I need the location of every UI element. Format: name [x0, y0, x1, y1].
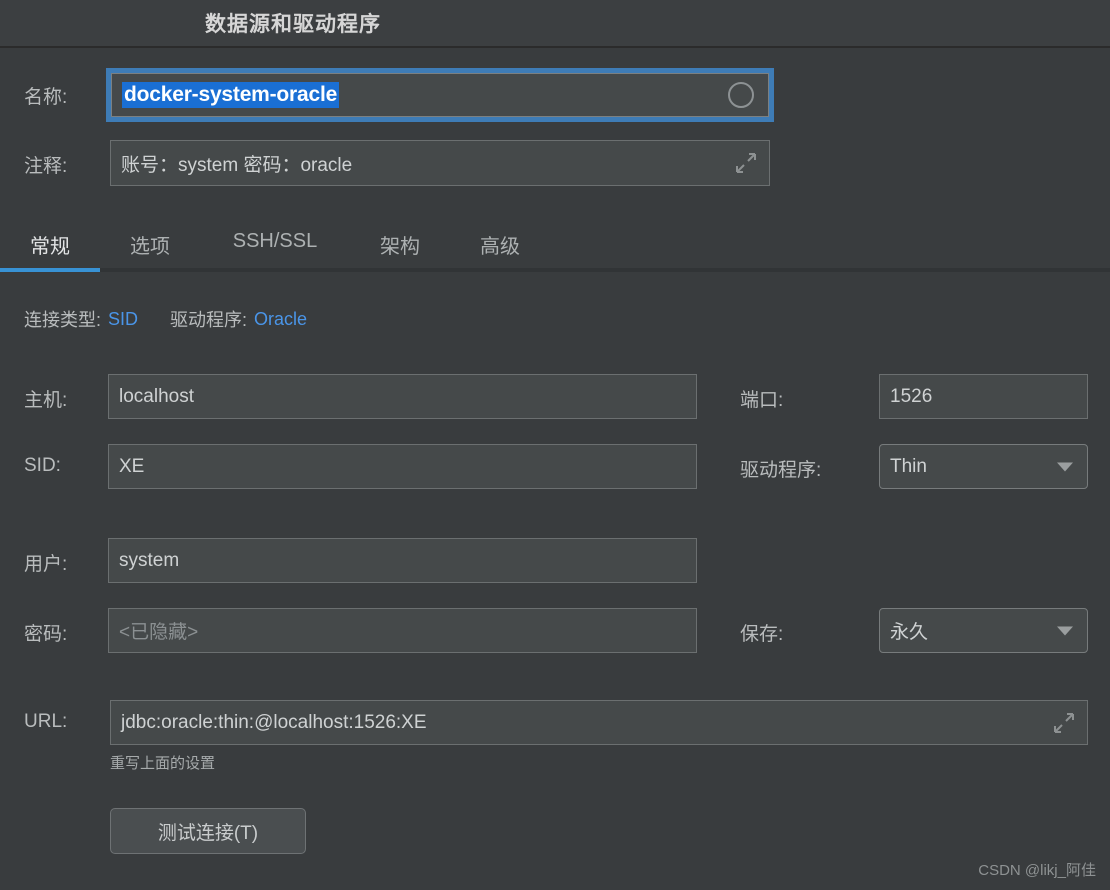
save-dropdown-value: 永久 [890, 622, 929, 643]
connection-type-value[interactable]: SID [108, 309, 138, 330]
name-label: 名称: [24, 87, 68, 108]
test-connection-button[interactable]: 测试连接(T) [110, 808, 306, 854]
user-input[interactable]: system [108, 538, 697, 583]
port-input[interactable]: 1526 [879, 374, 1088, 419]
name-input-value: docker-system-oracle [122, 82, 340, 108]
expand-icon[interactable] [735, 152, 757, 174]
connection-type-label: 连接类型: [24, 310, 102, 330]
driver-dropdown[interactable]: Thin [879, 444, 1088, 489]
tab-schema[interactable]: 架构 [350, 220, 450, 259]
driver-summary-value[interactable]: Oracle [254, 309, 307, 330]
sid-label: SID: [24, 455, 61, 476]
save-label-wrap: 保存: [740, 619, 783, 646]
window-titlebar: 数据源和驱动程序 [0, 0, 1110, 48]
user-label: 用户: [24, 554, 68, 575]
tab-underline-track [0, 268, 1110, 272]
port-input-value: 1526 [890, 385, 933, 407]
comment-input-value: 账号：system 密码：oracle [121, 154, 353, 176]
tab-options[interactable]: 选项 [100, 220, 200, 259]
save-dropdown[interactable]: 永久 [879, 608, 1088, 653]
sid-input[interactable]: XE [108, 444, 697, 489]
chevron-down-icon [1057, 626, 1073, 635]
user-label-wrap: 用户: [24, 549, 67, 576]
url-hint: 重写上面的设置 [110, 755, 216, 772]
sid-input-value: XE [119, 455, 145, 477]
url-input[interactable]: jdbc:oracle:thin:@localhost:1526:XE [110, 700, 1088, 745]
watermark: CSDN @likj_阿佳 [978, 862, 1096, 879]
connection-summary: 连接类型: SID 驱动程序: Oracle [24, 306, 307, 332]
port-label: 端口: [740, 390, 784, 411]
driver-label-wrap: 驱动程序: [740, 455, 821, 482]
password-label-wrap: 密码: [24, 619, 67, 646]
comment-label-wrap: 注释: [24, 151, 67, 178]
user-input-value: system [119, 549, 180, 571]
url-label: URL: [24, 711, 68, 732]
url-label-wrap: URL: [24, 711, 67, 733]
host-label: 主机: [24, 390, 68, 411]
driver-label: 驱动程序: [740, 460, 822, 481]
password-input-placeholder: <已隐藏> [119, 622, 199, 643]
port-label-wrap: 端口: [740, 385, 783, 412]
window-title: 数据源和驱动程序 [205, 13, 381, 36]
tab-ssh-ssl[interactable]: SSH/SSL [200, 220, 350, 253]
chevron-down-icon [1057, 462, 1073, 471]
comment-label: 注释: [24, 156, 68, 177]
tab-active-underline [0, 268, 100, 272]
host-input-value: localhost [119, 385, 194, 407]
name-label-wrap: 名称: [24, 82, 67, 109]
host-label-wrap: 主机: [24, 385, 67, 412]
password-label: 密码: [24, 624, 68, 645]
url-input-value: jdbc:oracle:thin:@localhost:1526:XE [121, 711, 427, 733]
password-input[interactable]: <已隐藏> [108, 608, 697, 653]
tab-general[interactable]: 常规 [0, 220, 100, 259]
expand-icon[interactable] [1053, 712, 1075, 734]
comment-input[interactable]: 账号：system 密码：oracle [110, 140, 770, 186]
name-input[interactable]: docker-system-oracle [111, 73, 769, 117]
tab-advanced[interactable]: 高级 [450, 220, 550, 259]
save-label: 保存: [740, 624, 784, 645]
driver-dropdown-value: Thin [890, 455, 927, 477]
name-field-focus-ring: docker-system-oracle [106, 68, 774, 122]
host-input[interactable]: localhost [108, 374, 697, 419]
color-circle-icon[interactable] [728, 82, 754, 108]
sid-label-wrap: SID: [24, 455, 61, 477]
driver-summary-label: 驱动程序: [170, 310, 248, 330]
